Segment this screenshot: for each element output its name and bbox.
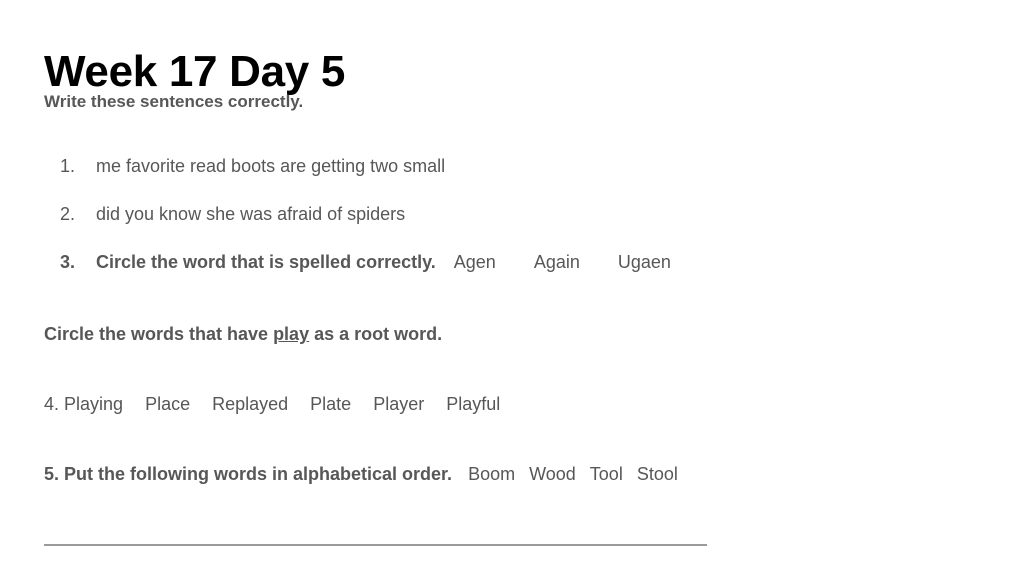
spelling-choice-option[interactable]: Ugaen [618,252,671,273]
page-title: Week 17 Day 5 [44,47,346,97]
root-word-prompt-after: as a root word. [309,324,443,344]
spelling-choice-option[interactable]: Agen [454,252,496,273]
list-item-text: Circle the word that is spelled correctl… [96,252,671,273]
alphabetical-order-word[interactable]: Tool [590,464,623,485]
alphabetical-order-prompt: 5. Put the following words in alphabetic… [44,464,453,484]
instruction-text: Write these sentences correctly. [44,92,304,111]
alphabetical-order-word[interactable]: Boom [468,464,515,485]
list-item-prompt: Circle the word that is spelled correctl… [96,252,436,272]
alphabetical-order-word[interactable]: Wood [529,464,576,485]
root-word-option[interactable]: Plate [310,394,351,415]
worksheet-slide: Week 17 Day 5 Write these sentences corr… [0,0,1024,576]
list-item: 1. me favorite read boots are getting tw… [44,156,944,204]
root-word-option[interactable]: Replayed [212,394,288,415]
root-word-prompt: Circle the words that have play as a roo… [44,324,442,345]
root-word-highlight: play [273,324,310,344]
root-word-prompt-before: Circle the words that have [44,324,274,344]
answer-blank-line [44,544,707,546]
spelling-choice-group: Agen Again Ugaen [436,252,671,272]
list-item-marker: 2. [60,204,76,224]
list-item-text: did you know she was afraid of spiders [96,204,406,224]
root-word-row-marker: 4. [44,394,60,414]
numbered-question-list: 1. me favorite read boots are getting tw… [44,156,944,300]
spelling-choice-option[interactable]: Again [534,252,580,273]
list-item-text: me favorite read boots are getting two s… [96,156,446,176]
root-word-option[interactable]: Player [373,394,424,415]
root-word-option[interactable]: Playful [446,394,500,415]
list-item: 2. did you know she was afraid of spider… [44,204,944,252]
root-word-choice-row: 4. Playing Place Replayed Plate Player Playful [44,394,500,415]
alphabetical-order-word[interactable]: Stool [637,464,678,485]
root-word-option[interactable]: Place [145,394,190,415]
list-item-marker: 1. [60,156,76,176]
list-item-marker: 3. [60,252,76,272]
list-item: 3. Circle the word that is spelled corre… [44,252,944,300]
alphabetical-order-row: 5. Put the following words in alphabetic… [44,464,678,485]
root-word-option[interactable]: Playing [64,394,123,415]
